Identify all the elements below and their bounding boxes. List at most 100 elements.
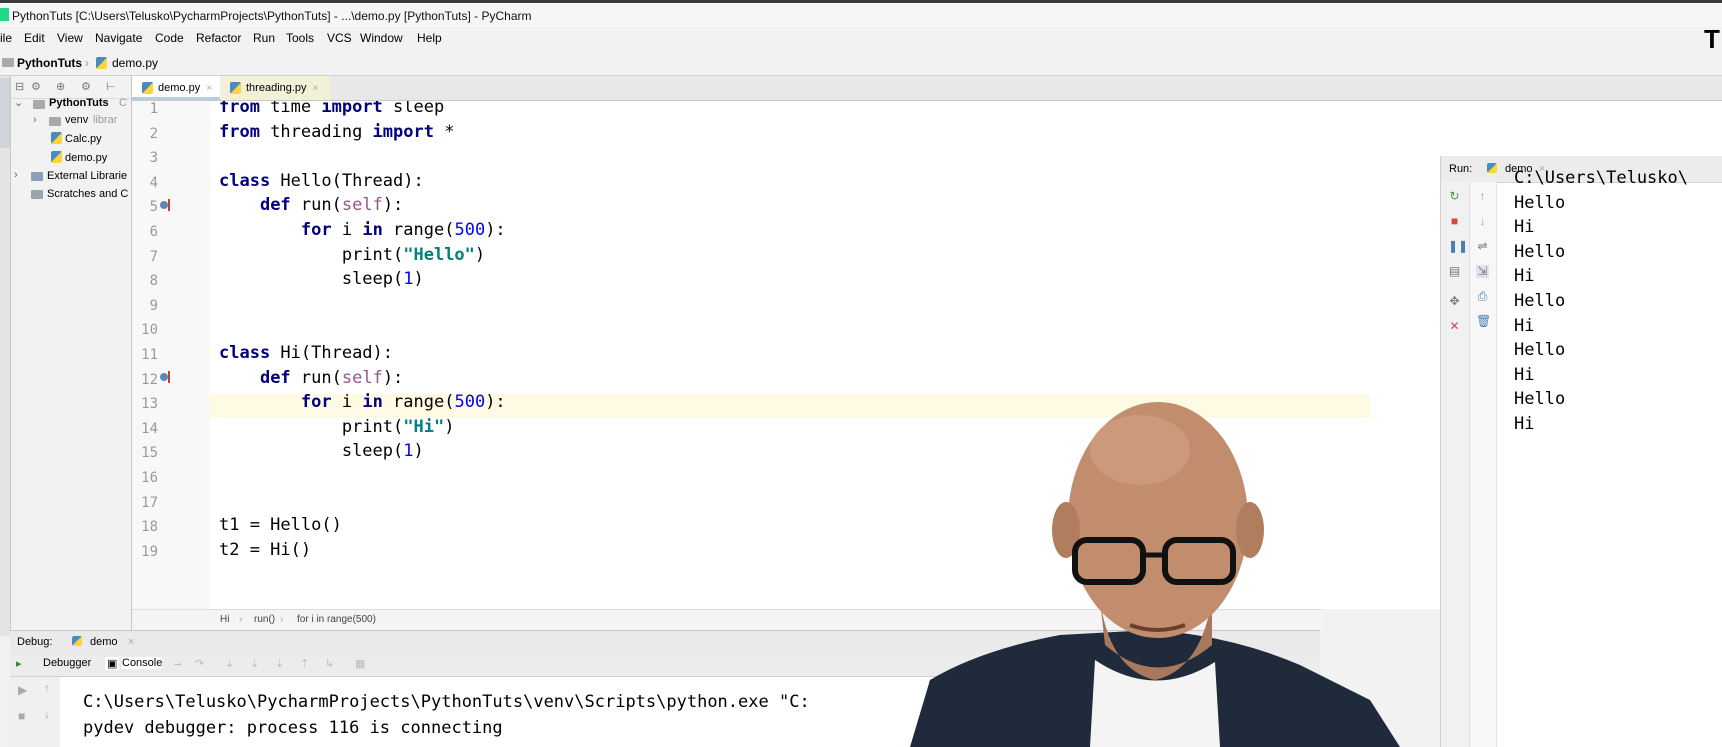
run-to-cursor-icon[interactable]: ↳: [325, 657, 334, 670]
down-arrow-icon[interactable]: ↓: [44, 707, 50, 721]
breadcrumb-project[interactable]: PythonTuts: [17, 56, 82, 70]
line-number: 8: [149, 273, 158, 290]
hide-icon[interactable]: ⊢: [106, 80, 116, 93]
output-line: Hello: [1514, 192, 1566, 213]
line-number: 16: [141, 470, 158, 486]
python-run-icon: [72, 636, 82, 646]
scroll-from-source-icon[interactable]: ⊕: [56, 80, 65, 93]
settings-icon[interactable]: ⚙: [31, 80, 41, 93]
layout-icon[interactable]: ▤: [1448, 265, 1461, 278]
tree-external-libraries[interactable]: External Librarie: [47, 170, 127, 182]
editor-crumb-method[interactable]: run(): [254, 614, 275, 625]
code-line: print("Hi"): [341, 416, 455, 437]
output-line: Hello: [1514, 291, 1566, 311]
step-into-my-code-icon[interactable]: ⇣: [250, 657, 259, 670]
window-title: PythonTuts [C:\Users\Telusko\PycharmProj…: [12, 9, 532, 23]
project-panel: ⊟ ⚙ ⊕ ⚙ ⊢ ⌄ PythonTuts C › venv librar C…: [11, 76, 132, 636]
soft-wrap-icon[interactable]: ⇌: [1476, 240, 1489, 253]
navigation-bar: PythonTuts › demo.py: [0, 51, 1722, 76]
trash-icon[interactable]: 🗑: [1476, 315, 1491, 328]
breadcrumb-separator-icon: ›: [239, 614, 243, 625]
code-line: class Hi(Thread):: [219, 343, 394, 363]
menu-run[interactable]: Run: [253, 31, 275, 45]
breadcrumb-file[interactable]: demo.py: [112, 56, 158, 70]
pin-icon[interactable]: ✥: [1448, 295, 1461, 308]
gear-icon[interactable]: ⚙: [81, 80, 91, 93]
stop-icon[interactable]: ■: [18, 709, 25, 723]
tab-console[interactable]: Console: [122, 657, 163, 669]
line-number: 6: [149, 224, 158, 240]
pause-icon[interactable]: ❚❚: [1448, 240, 1468, 253]
tree-file-demo[interactable]: demo.py: [65, 152, 107, 164]
tab-demo-py[interactable]: demo.py ×: [132, 76, 220, 100]
output-line: Hello: [1514, 340, 1566, 361]
resume-icon[interactable]: ▸: [16, 657, 22, 670]
tree-scratches[interactable]: Scratches and C: [47, 188, 128, 200]
output-line: Hello: [1514, 389, 1566, 410]
scroll-to-end-icon[interactable]: ⇲: [1476, 265, 1489, 278]
menu-bar: ile Edit View Navigate Code Refactor Run…: [0, 27, 1722, 51]
close-icon[interactable]: ✕: [1448, 320, 1461, 333]
menu-edit[interactable]: Edit: [24, 31, 45, 45]
override-marker-icon[interactable]: [160, 371, 172, 383]
menu-navigate[interactable]: Navigate: [95, 31, 142, 45]
stop-icon[interactable]: ■: [1448, 215, 1461, 228]
collapsed-arrow-icon[interactable]: ›: [33, 114, 37, 126]
run-label: Run:: [1449, 163, 1473, 175]
menu-view[interactable]: View: [57, 31, 83, 45]
project-tool-tab[interactable]: [0, 78, 10, 148]
menu-window[interactable]: Window: [360, 31, 403, 45]
project-toolbar: ⊟ ⚙ ⊕ ⚙ ⊢: [11, 76, 131, 99]
pin-arrow-icon[interactable]: →: [172, 657, 183, 669]
folder-icon: [2, 58, 14, 67]
debug-side-toolbar: ▶ ↑ ■ ↓: [10, 677, 60, 747]
down-arrow-icon[interactable]: ↓: [1476, 215, 1489, 228]
collapsed-arrow-icon[interactable]: ›: [14, 169, 18, 181]
menu-help[interactable]: Help: [417, 31, 442, 45]
output-line: Hi: [1514, 364, 1535, 385]
collapse-icon[interactable]: ⊟: [15, 80, 24, 93]
close-icon[interactable]: ×: [313, 83, 319, 94]
editor-crumb-loop[interactable]: for i in range(500): [297, 614, 376, 625]
code-line: class Hello(Thread):: [219, 170, 424, 191]
up-arrow-icon[interactable]: ↑: [44, 681, 50, 695]
menu-code[interactable]: Code: [155, 31, 184, 45]
step-into-icon[interactable]: ⇣: [225, 657, 234, 670]
step-out-icon[interactable]: ⇡: [300, 657, 309, 670]
menu-tools[interactable]: Tools: [286, 31, 314, 45]
menu-vcs[interactable]: VCS: [327, 31, 352, 45]
code-line: sleep(1): [341, 441, 424, 462]
force-step-icon[interactable]: ⇣: [275, 657, 284, 670]
project-folder-icon: [33, 100, 45, 109]
rerun-icon[interactable]: ▶: [18, 683, 27, 697]
tree-file-calc[interactable]: Calc.py: [65, 133, 102, 145]
rerun-icon[interactable]: ↻: [1448, 190, 1461, 203]
tree-venv[interactable]: venv: [65, 114, 88, 126]
step-over-icon[interactable]: ↷: [195, 657, 204, 670]
line-number: 18: [141, 519, 158, 536]
debug-config[interactable]: demo: [90, 636, 118, 648]
tab-threading-py[interactable]: threading.py ×: [220, 76, 330, 100]
expand-arrow-icon[interactable]: ⌄: [14, 96, 23, 109]
code-line: print("Hello"): [341, 244, 486, 265]
print-icon[interactable]: ⎙: [1476, 290, 1489, 303]
tree-venv-suffix: librar: [93, 114, 118, 126]
up-arrow-icon[interactable]: ↑: [1476, 190, 1489, 203]
menu-file[interactable]: ile: [0, 31, 12, 45]
line-number: 2: [149, 125, 158, 142]
run-output-toolbar: ↑ ↓ ⇌ ⇲ ⎙ 🗑: [1470, 182, 1497, 747]
editor-crumb-class[interactable]: Hi: [220, 614, 229, 625]
close-icon[interactable]: ×: [206, 83, 212, 94]
close-icon[interactable]: ×: [128, 636, 134, 648]
evaluate-icon[interactable]: ▦: [355, 657, 365, 670]
tab-debugger[interactable]: Debugger: [43, 657, 91, 669]
tree-root[interactable]: PythonTuts: [49, 97, 109, 109]
line-number: 11: [141, 347, 158, 363]
menu-refactor[interactable]: Refactor: [196, 31, 241, 45]
python-file-icon: [230, 82, 241, 94]
override-marker-icon[interactable]: [160, 199, 172, 211]
output-line: Hi: [1514, 315, 1535, 336]
breadcrumb-separator-icon: ›: [85, 56, 89, 70]
code-line: for i in range(500):: [300, 220, 506, 240]
code-line: def run(self):: [259, 367, 404, 388]
